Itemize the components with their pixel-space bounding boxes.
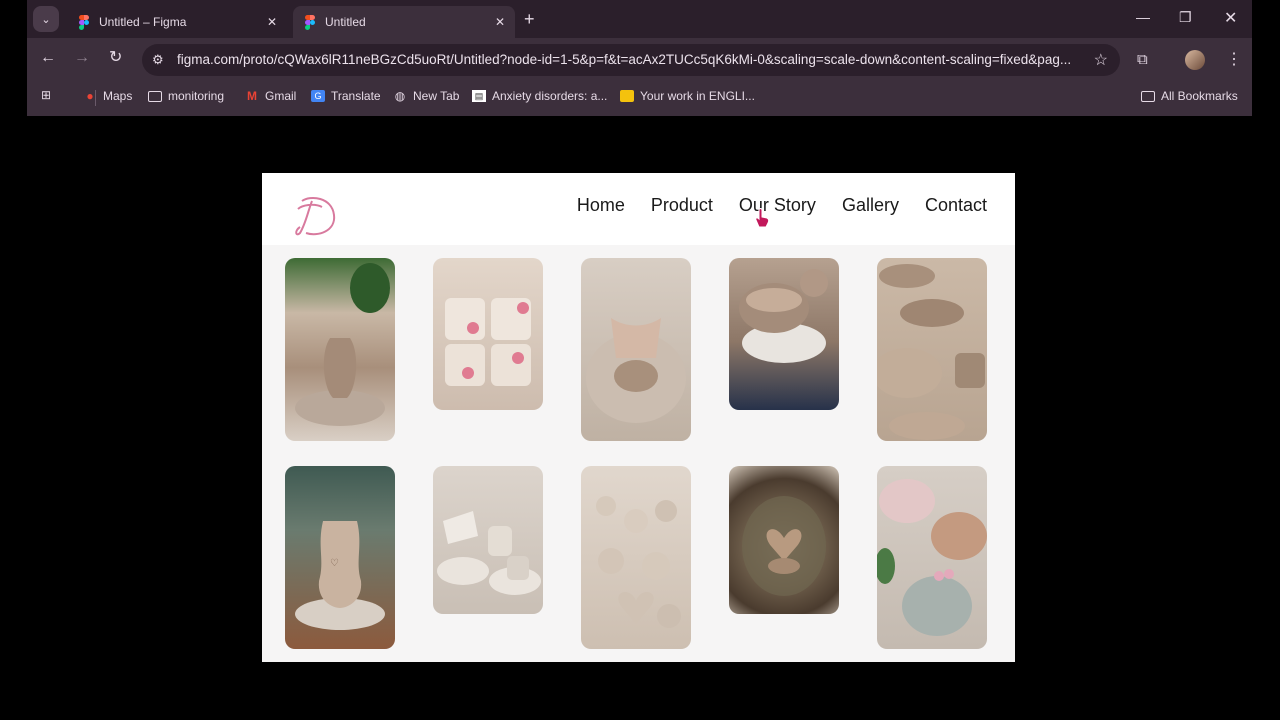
nav-home[interactable]: Home xyxy=(577,195,625,216)
nav-gallery[interactable]: Gallery xyxy=(842,195,899,216)
bookmark-maps[interactable]: ● Maps xyxy=(83,89,132,103)
nav-product[interactable]: Product xyxy=(651,195,713,216)
tab-search-button[interactable]: ⌄ xyxy=(33,6,59,32)
gallery-photo[interactable] xyxy=(729,466,839,614)
bookmark-star-icon[interactable]: ☆ xyxy=(1094,50,1108,70)
gallery-photo[interactable] xyxy=(877,258,987,441)
gallery-photo[interactable] xyxy=(877,466,987,649)
svg-text:♡: ♡ xyxy=(330,558,339,569)
new-tab-button[interactable]: + xyxy=(524,10,535,28)
d-monogram-logo[interactable] xyxy=(292,193,342,239)
figma-icon xyxy=(305,15,315,30)
nav-our-story[interactable]: Our Story xyxy=(739,195,816,216)
menu-kebab-icon[interactable]: ⋮ xyxy=(1226,49,1242,69)
window-close-icon[interactable]: ✕ xyxy=(1224,8,1237,28)
forward-icon[interactable]: → xyxy=(74,50,90,66)
bookmark-anxiety[interactable]: ▤ Anxiety disorders: a... xyxy=(472,89,607,103)
gallery-photo[interactable] xyxy=(285,258,395,441)
all-bookmarks[interactable]: All Bookmarks xyxy=(1141,89,1238,103)
apps-grid-icon[interactable]: ⊞ xyxy=(39,89,59,101)
gallery-photo[interactable] xyxy=(433,258,543,410)
close-icon[interactable]: ✕ xyxy=(267,15,277,29)
gallery-grid: ♡ xyxy=(262,245,1015,662)
nav-contact[interactable]: Contact xyxy=(925,195,987,216)
tab-title: Untitled – Figma xyxy=(99,15,187,29)
site-info-icon[interactable]: ⚙ xyxy=(152,52,164,68)
tab-figma[interactable]: Untitled – Figma ✕ xyxy=(67,6,287,38)
minimize-icon[interactable]: — xyxy=(1136,9,1150,25)
globe-icon: ◍ xyxy=(394,89,406,103)
classroom-icon xyxy=(620,90,634,102)
bookmark-gmail[interactable]: M Gmail xyxy=(245,89,296,103)
tab-untitled[interactable]: Untitled ✕ xyxy=(293,6,515,38)
tab-title: Untitled xyxy=(325,15,366,29)
reload-icon[interactable]: ↻ xyxy=(109,50,122,66)
hand-cursor-icon xyxy=(755,208,769,228)
site-header: Home Product Our Story Gallery Contact xyxy=(262,173,1015,245)
profile-avatar[interactable] xyxy=(1185,50,1205,70)
gallery-photo[interactable] xyxy=(581,258,691,441)
folder-icon xyxy=(1141,90,1155,102)
folder-icon xyxy=(148,90,162,102)
bookmark-new-tab[interactable]: ◍ New Tab xyxy=(393,89,460,103)
address-bar[interactable]: ⚙ figma.com/proto/cQWax6lR11neBGzCd5uoRt… xyxy=(142,44,1120,76)
bookmark-translate[interactable]: G Translate xyxy=(311,89,381,103)
figma-icon xyxy=(79,15,89,30)
restore-icon[interactable]: ❐ xyxy=(1179,9,1192,26)
translate-icon: G xyxy=(311,90,325,102)
prototype-page: Home Product Our Story Gallery Contact ♡ xyxy=(262,173,1015,662)
gallery-photo[interactable] xyxy=(433,466,543,614)
gmail-icon: M xyxy=(247,89,257,103)
browser-toolbar: ← → ↻ ⚙ figma.com/proto/cQWax6lR11neBGzC… xyxy=(27,38,1252,82)
bookmark-classroom[interactable]: Your work in ENGLI... xyxy=(620,89,755,103)
browser-window: ⌄ Untitled – Figma ✕ Untitled ✕ + — ❐ ✕ … xyxy=(27,0,1252,116)
gallery-photo[interactable] xyxy=(581,466,691,649)
maps-icon: ● xyxy=(86,89,94,103)
bookmark-monitoring[interactable]: monitoring xyxy=(148,89,224,103)
gallery-photo[interactable]: ♡ xyxy=(285,466,395,649)
tab-strip: ⌄ Untitled – Figma ✕ Untitled ✕ + — ❐ ✕ xyxy=(27,0,1252,38)
extensions-icon[interactable]: ⧉ xyxy=(1137,51,1148,68)
gallery-photo[interactable] xyxy=(729,258,839,410)
article-icon: ▤ xyxy=(472,90,486,102)
url-text[interactable]: figma.com/proto/cQWax6lR11neBGzCd5uoRt/U… xyxy=(177,52,1077,67)
bookmarks-bar: ⊞ ● Maps monitoring M Gmail G Translate ◍ Ne… xyxy=(27,82,1252,110)
back-icon[interactable]: ← xyxy=(40,50,56,66)
close-icon[interactable]: ✕ xyxy=(495,15,505,29)
